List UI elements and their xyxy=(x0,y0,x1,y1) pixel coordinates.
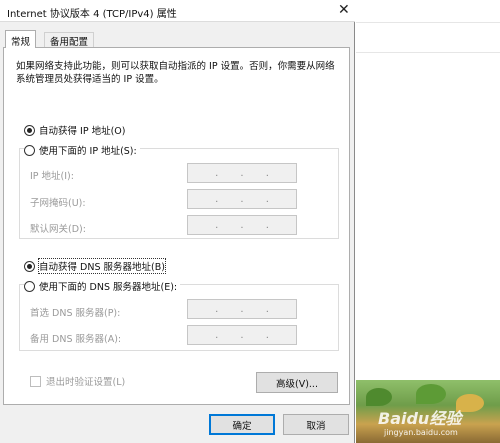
tab-alternate-config[interactable]: 备用配置 xyxy=(44,32,95,48)
description-text: 如果网络支持此功能，则可以获取自动指派的 IP 设置。否则，你需要从网络系统管理… xyxy=(16,61,335,85)
auto-dns-label: 自动获得 DNS 服务器地址(B) xyxy=(38,258,166,274)
watermark-brand: Baidu经验 xyxy=(378,409,462,428)
manual-ip-label: 使用下面的 IP 地址(S): xyxy=(39,146,137,157)
preferred-dns-label: 首选 DNS 服务器(P): xyxy=(30,308,121,319)
ip-separator: . xyxy=(240,329,244,341)
radio-checked-icon xyxy=(24,260,35,272)
ip-separator: . xyxy=(240,219,244,231)
alternate-dns-input[interactable]: ... xyxy=(187,325,297,345)
ip-separator: . xyxy=(215,219,219,231)
ip-address-label: IP 地址(I): xyxy=(30,171,74,182)
ip-separator: . xyxy=(265,303,269,315)
background-divider xyxy=(356,52,500,53)
manual-ip-radio[interactable]: 使用下面的 IP 地址(S): xyxy=(24,143,140,157)
validate-on-exit-label: 退出时验证设置(L) xyxy=(46,377,126,388)
auto-ip-radio[interactable]: 自动获得 IP 地址(O) xyxy=(24,123,125,137)
ipv4-properties-dialog: Internet 协议版本 4 (TCP/IPv4) 属性 ✕ 常规 备用配置 … xyxy=(0,0,355,443)
close-icon[interactable]: ✕ xyxy=(338,2,350,18)
preferred-dns-input[interactable]: ... xyxy=(187,299,297,319)
advanced-button[interactable]: 高级(V)... xyxy=(256,372,338,393)
ip-separator: . xyxy=(215,167,219,179)
ip-separator: . xyxy=(240,303,244,315)
leaf-shape xyxy=(366,388,392,406)
radio-unchecked-icon xyxy=(24,144,35,156)
ok-button[interactable]: 确定 xyxy=(209,414,275,435)
default-gateway-input[interactable]: ... xyxy=(187,215,297,235)
cancel-button[interactable]: 取消 xyxy=(283,414,349,435)
background-divider xyxy=(356,22,500,23)
ip-separator: . xyxy=(265,167,269,179)
default-gateway-label: 默认网关(D): xyxy=(30,224,86,235)
manual-dns-radio[interactable]: 使用下面的 DNS 服务器地址(E): xyxy=(24,279,181,293)
radio-unchecked-icon xyxy=(24,280,35,292)
ip-separator: . xyxy=(215,303,219,315)
ip-separator: . xyxy=(265,193,269,205)
ip-separator: . xyxy=(265,219,269,231)
ip-separator: . xyxy=(265,329,269,341)
background-window: Baidu经验 jingyan.baidu.com xyxy=(356,0,500,443)
subnet-mask-input[interactable]: ... xyxy=(187,189,297,209)
watermark-url: jingyan.baidu.com xyxy=(384,428,458,437)
title-bar: Internet 协议版本 4 (TCP/IPv4) 属性 ✕ xyxy=(0,0,355,22)
ip-address-input[interactable]: ... xyxy=(187,163,297,183)
leaf-shape xyxy=(416,384,446,404)
ip-separator: . xyxy=(215,193,219,205)
subnet-mask-label: 子网掩码(U): xyxy=(30,198,86,209)
tab-general[interactable]: 常规 xyxy=(5,30,37,48)
window-title: Internet 协议版本 4 (TCP/IPv4) 属性 xyxy=(7,9,177,20)
ip-separator: . xyxy=(240,193,244,205)
alternate-dns-label: 备用 DNS 服务器(A): xyxy=(30,334,122,345)
ip-separator: . xyxy=(215,329,219,341)
manual-dns-label: 使用下面的 DNS 服务器地址(E): xyxy=(39,282,178,293)
auto-ip-label: 自动获得 IP 地址(O) xyxy=(39,126,126,137)
auto-dns-radio[interactable]: 自动获得 DNS 服务器地址(B) xyxy=(24,258,166,274)
checkbox-unchecked-icon xyxy=(30,375,41,387)
tab-panel-general: 如果网络支持此功能，则可以获取自动指派的 IP 设置。否则，你需要从网络系统管理… xyxy=(3,47,350,405)
ip-separator: . xyxy=(240,167,244,179)
validate-on-exit-checkbox[interactable]: 退出时验证设置(L) xyxy=(30,374,125,388)
radio-checked-icon xyxy=(24,124,35,136)
